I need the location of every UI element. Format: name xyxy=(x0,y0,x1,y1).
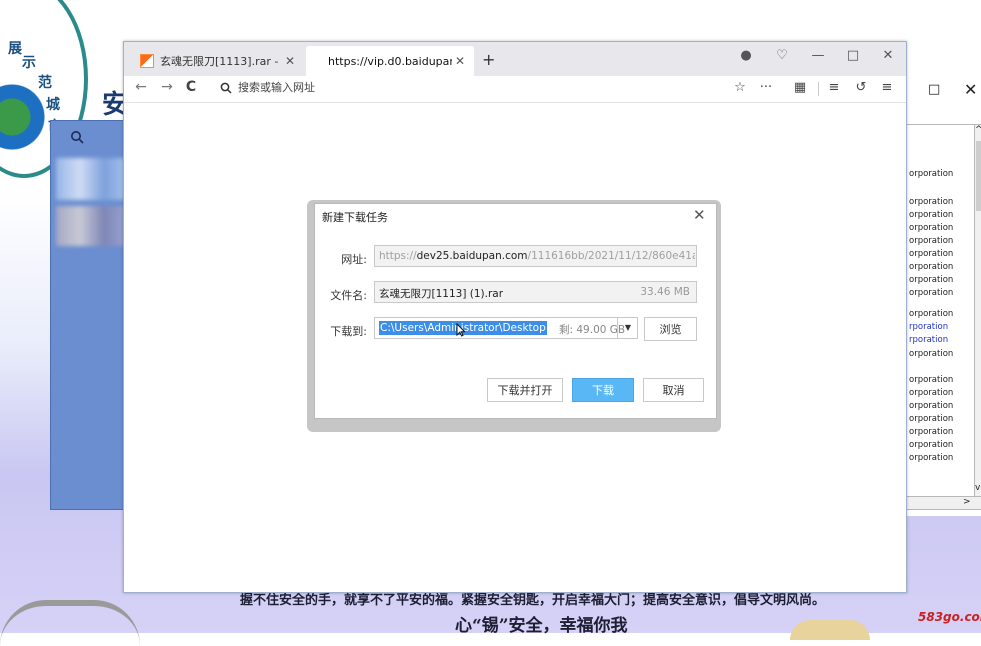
favorites-list-icon[interactable]: ≡ xyxy=(825,80,843,95)
tab-lanzou[interactable]: 玄魂无限刀[1113].rar - 蓝奏 ✕ xyxy=(132,46,304,76)
list-item[interactable]: orporation xyxy=(909,375,953,385)
list-item[interactable]: rporation xyxy=(909,335,948,345)
download-button[interactable]: 下载 xyxy=(572,378,634,402)
close-icon[interactable]: ✕ xyxy=(693,206,706,224)
back-arrow-icon[interactable]: ← xyxy=(132,79,150,95)
maximize-icon[interactable]: □ xyxy=(843,48,863,63)
forward-arrow-icon[interactable]: → xyxy=(158,79,176,95)
filename-field[interactable]: 玄魂无限刀[1113] (1).rar 33.46 MB xyxy=(374,281,697,303)
tab-title: https://vip.d0.baidupan.com xyxy=(328,54,452,68)
cancel-button[interactable]: 取消 xyxy=(643,378,704,402)
save-path-label: 下载到: xyxy=(330,325,367,338)
tab-title: 玄魂无限刀[1113].rar - 蓝奏 xyxy=(160,55,282,68)
list-item[interactable]: orporation xyxy=(909,169,953,179)
close-icon[interactable]: ✕ xyxy=(964,80,977,99)
list-item[interactable]: orporation xyxy=(909,249,953,259)
url-field[interactable]: https://dev25.baidupan.com/111616bb/2021… xyxy=(374,245,697,267)
list-item[interactable]: orporation xyxy=(909,388,953,398)
list-item[interactable]: orporation xyxy=(909,275,953,285)
site-watermark: 583go.com xyxy=(918,610,981,624)
reload-icon[interactable]: C xyxy=(182,79,200,95)
download-and-open-button[interactable]: 下载并打开 xyxy=(487,378,563,402)
list-item[interactable]: orporation xyxy=(909,197,953,207)
scrollbar-thumb[interactable] xyxy=(976,141,981,211)
skin-icon[interactable]: ♡ xyxy=(772,48,792,63)
tab-baidupan[interactable]: https://vip.d0.baidupan.com ✕ xyxy=(306,46,474,76)
list-item[interactable]: orporation xyxy=(909,262,953,272)
extensions-icon[interactable]: ● xyxy=(736,48,756,63)
tab-bar: 玄魂无限刀[1113].rar - 蓝奏 ✕ https://vip.d0.ba… xyxy=(124,42,906,76)
scroll-up-icon[interactable]: ^ xyxy=(975,125,981,135)
save-path-field[interactable]: C:\Users\Administrator\Desktop 剩: 49.00 … xyxy=(374,317,638,339)
list-item[interactable]: orporation xyxy=(909,288,953,298)
list-item[interactable]: orporation xyxy=(909,453,953,463)
address-bar-input[interactable] xyxy=(238,81,598,94)
scroll-right-icon[interactable]: > xyxy=(963,497,971,507)
safety-banner-slogan: 心“锡”安全，幸福你我 xyxy=(455,616,628,636)
list-item[interactable]: rporation xyxy=(909,322,948,332)
list-item[interactable]: orporation xyxy=(909,349,953,359)
seal-char: 示 xyxy=(22,55,36,71)
maximize-icon[interactable]: □ xyxy=(928,82,940,97)
seal-char: 展 xyxy=(8,41,22,57)
bookmark-star-icon[interactable]: ☆ xyxy=(731,80,749,95)
list-item[interactable]: orporation xyxy=(909,414,953,424)
minimize-icon[interactable]: — xyxy=(808,48,828,63)
list-item[interactable]: orporation xyxy=(909,210,953,220)
list-item[interactable]: orporation xyxy=(909,236,953,246)
navigation-bar: ← → C ☆ ··· ▦ ≡ ↺ ≡ xyxy=(124,76,906,103)
url-label: 网址: xyxy=(341,253,367,266)
dialog-title: 新建下载任务 xyxy=(322,211,388,224)
list-item[interactable]: orporation xyxy=(909,427,953,437)
free-space: 剩: 49.00 GB xyxy=(559,324,626,336)
bottom-decoration xyxy=(0,600,140,646)
horizontal-scrollbar[interactable]: > xyxy=(906,496,981,510)
search-icon xyxy=(220,82,232,97)
seal-char: 范 xyxy=(38,75,52,91)
more-icon[interactable]: ··· xyxy=(757,80,775,95)
toolbar-divider xyxy=(818,82,819,96)
list-item[interactable]: orporation xyxy=(909,401,953,411)
file-size: 33.46 MB xyxy=(640,286,690,298)
vertical-scrollbar[interactable]: ^ v xyxy=(974,124,981,498)
browse-button[interactable]: 浏览 xyxy=(644,317,697,341)
new-tab-button[interactable]: + xyxy=(482,50,495,69)
process-list: orporation orporation orporation orporation… xyxy=(906,124,975,498)
background-window: □ ✕ orporation orporation orporation orpora… xyxy=(905,76,981,516)
list-item[interactable]: orporation xyxy=(909,309,953,319)
undo-icon[interactable]: ↺ xyxy=(852,80,870,95)
close-icon[interactable]: ✕ xyxy=(282,54,298,68)
lanzou-favicon-icon xyxy=(140,54,154,68)
text-cursor-icon xyxy=(456,322,466,341)
seal-char: 城 xyxy=(46,97,60,113)
new-download-dialog: 新建下载任务 ✕ 网址: https://dev25.baidupan.com/… xyxy=(314,203,717,419)
search-icon[interactable] xyxy=(70,130,84,148)
apps-grid-icon[interactable]: ▦ xyxy=(791,80,809,95)
filename-label: 文件名: xyxy=(330,289,367,302)
chevron-down-icon[interactable]: ▼ xyxy=(617,318,638,338)
close-icon[interactable]: ✕ xyxy=(452,54,468,68)
list-item[interactable]: orporation xyxy=(909,223,953,233)
blurred-thumbnail xyxy=(56,206,128,246)
scroll-down-icon[interactable]: v xyxy=(975,483,980,493)
url-value: https://dev25.baidupan.com/111616bb/2021… xyxy=(379,250,695,262)
list-item[interactable]: orporation xyxy=(909,440,953,450)
bottom-decoration xyxy=(790,620,870,640)
menu-icon[interactable]: ≡ xyxy=(878,80,896,95)
filename-value: 玄魂无限刀[1113] (1).rar xyxy=(379,288,504,300)
blurred-thumbnail xyxy=(56,158,128,200)
close-icon[interactable]: ✕ xyxy=(878,48,898,63)
